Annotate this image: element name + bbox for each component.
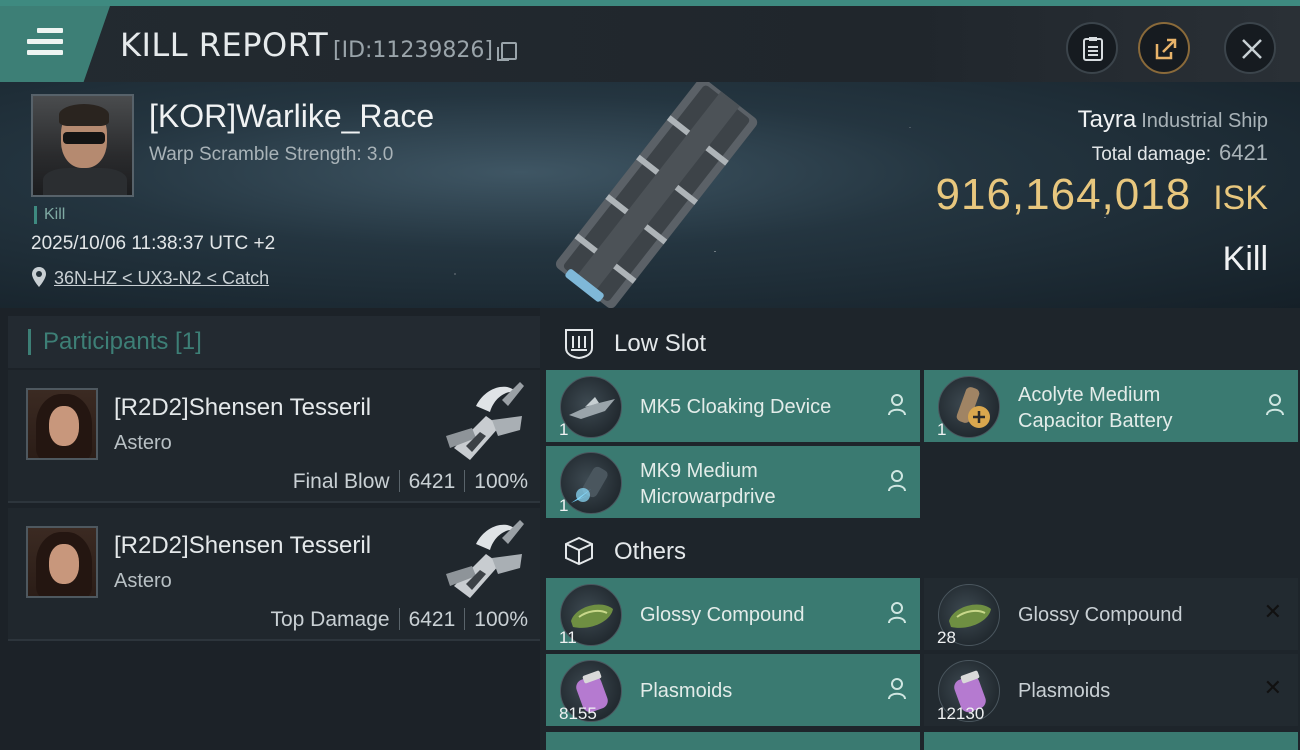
item-name: Glossy Compound [640,604,805,626]
participant-card[interactable]: [R2D2]Shensen Tesseril Astero Top Damage… [8,508,540,641]
module-quantity: 1 [559,420,569,439]
destroyed-person-icon [1266,394,1284,416]
module-name: Acolyte Medium Capacitor Battery [1018,382,1173,434]
clipboard-button[interactable] [1066,22,1118,74]
destroyed-person-icon [888,470,906,492]
isk-unit: ISK [1213,179,1268,217]
module-name: MK5 Cloaking Device [640,396,832,418]
victim-summary: [KOR]Warlike_Race Warp Scramble Strength… [0,82,1300,308]
participant-name[interactable]: [R2D2]Shensen Tesseril [114,532,371,560]
victim-ship-image [555,82,758,308]
participant-ship-icon[interactable] [436,514,530,604]
item-quantity: 12130 [937,704,985,723]
item-name: Glossy Compound [1018,604,1183,626]
isk-value: 916,164,018 ISK [936,170,1269,220]
copy-icon[interactable] [497,42,517,61]
low-slot-header: Low Slot [546,312,1300,372]
module-quantity: 1 [559,496,569,515]
destroyed-person-icon [888,394,906,416]
module-name-line2: Microwarpdrive [640,486,776,508]
clipboard-icon [1083,37,1103,61]
participant-name[interactable]: [R2D2]Shensen Tesseril [114,394,371,422]
ship-name: Tayra [1077,106,1137,133]
item-quantity: 28 [937,628,956,647]
module-name-line1: MK9 Medium [640,460,758,482]
participant-card[interactable]: [R2D2]Shensen Tesseril Astero Final Blow… [8,370,540,503]
share-button[interactable] [1138,22,1190,74]
close-button[interactable] [1224,22,1276,74]
microwarpdrive-icon [560,452,622,514]
participant-ship: Astero [114,432,172,454]
participant-stats: Final Blow 6421 100% [293,470,528,494]
participant-avatar[interactable] [26,388,98,460]
participant-stats: Top Damage 6421 100% [270,608,528,632]
share-icon [1155,38,1177,60]
participants-title: Participants [1] [28,329,202,355]
participants-panel: Participants [1] [R2D2]Shensen Tesseril … [0,308,540,750]
cargo-box-icon [565,536,593,566]
total-damage: Total damage: 6421 [1092,140,1268,166]
destroyed-person-icon [888,602,906,624]
kill-datetime: 2025/10/06 11:38:37 UTC +2 [31,233,276,254]
participant-percent: 100% [474,608,528,631]
header-bar: KILL REPORT [ID:11239826] [0,0,1300,82]
module-name: MK9 Medium Microwarpdrive [640,458,776,510]
cargo-item[interactable]: 12130 Plasmoids ✕ [924,654,1298,726]
cargo-item-partial[interactable] [924,732,1298,750]
capacitor-battery-icon [938,376,1000,438]
participant-percent: 100% [474,470,528,493]
total-damage-label: Total damage: [1091,144,1212,165]
module-item[interactable]: 1 MK9 Medium Microwarpdrive [546,446,920,518]
location-pin-icon [32,267,46,287]
isk-amount: 916,164,018 [935,170,1192,219]
total-damage-value: 6421 [1219,140,1268,165]
kill-result: Kill [1222,240,1268,278]
module-item[interactable]: 1 Acolyte Medium Capacitor Battery [924,370,1298,442]
fitting-panel: Low Slot 1 MK5 Cloaking Device 1 Acolyte… [540,308,1300,750]
cargo-item[interactable]: 28 Glossy Compound ✕ [924,578,1298,650]
victim-portrait[interactable] [31,94,134,197]
kill-report-screen: KILL REPORT [ID:11239826] [KOR]Warlike_R… [0,0,1300,750]
item-quantity: 11 [559,628,577,647]
low-slot-label: Low Slot [614,330,707,357]
participant-ship-icon[interactable] [436,376,530,466]
menu-button[interactable] [0,6,110,82]
ship-class: Industrial Ship [1141,110,1268,132]
module-name-line2: Capacitor Battery [1018,410,1173,432]
menu-icon [27,28,63,61]
item-name: Plasmoids [1018,680,1111,702]
victim-name[interactable]: [KOR]Warlike_Race [149,98,434,135]
low-slot-icon [565,329,593,360]
dropped-x-icon: ✕ [1263,676,1282,701]
item-quantity: 8155 [559,704,597,723]
victim-ship[interactable]: Tayra Industrial Ship [1078,106,1268,134]
report-id: [ID:11239826] [333,38,493,63]
module-quantity: 1 [937,420,947,439]
cloaking-device-icon [560,376,622,438]
participants-header: Participants [1] [8,316,540,368]
destroyed-person-icon [888,678,906,700]
participant-role: Top Damage [270,608,390,631]
others-header: Others [546,520,1300,580]
participant-damage: 6421 [408,608,456,631]
kill-tag: Kill [34,206,65,224]
participant-role: Final Blow [292,470,390,493]
warp-scramble-strength: Warp Scramble Strength: 3.0 [149,144,394,165]
cargo-item-partial[interactable] [546,732,920,750]
close-icon [1242,39,1262,59]
cargo-item[interactable]: 11 Glossy Compound [546,578,920,650]
dropped-x-icon: ✕ [1263,600,1282,625]
cargo-item[interactable]: 8155 Plasmoids [546,654,920,726]
participant-avatar[interactable] [26,526,98,598]
participant-damage: 6421 [408,470,456,493]
module-name-line1: Acolyte Medium [1018,384,1161,406]
item-name: Plasmoids [640,680,733,702]
location-link[interactable]: 36N-HZ < UX3-N2 < Catch [54,268,269,289]
page-title: KILL REPORT [120,26,329,64]
others-label: Others [614,538,687,565]
module-item[interactable]: 1 MK5 Cloaking Device [546,370,920,442]
participant-ship: Astero [114,570,172,592]
